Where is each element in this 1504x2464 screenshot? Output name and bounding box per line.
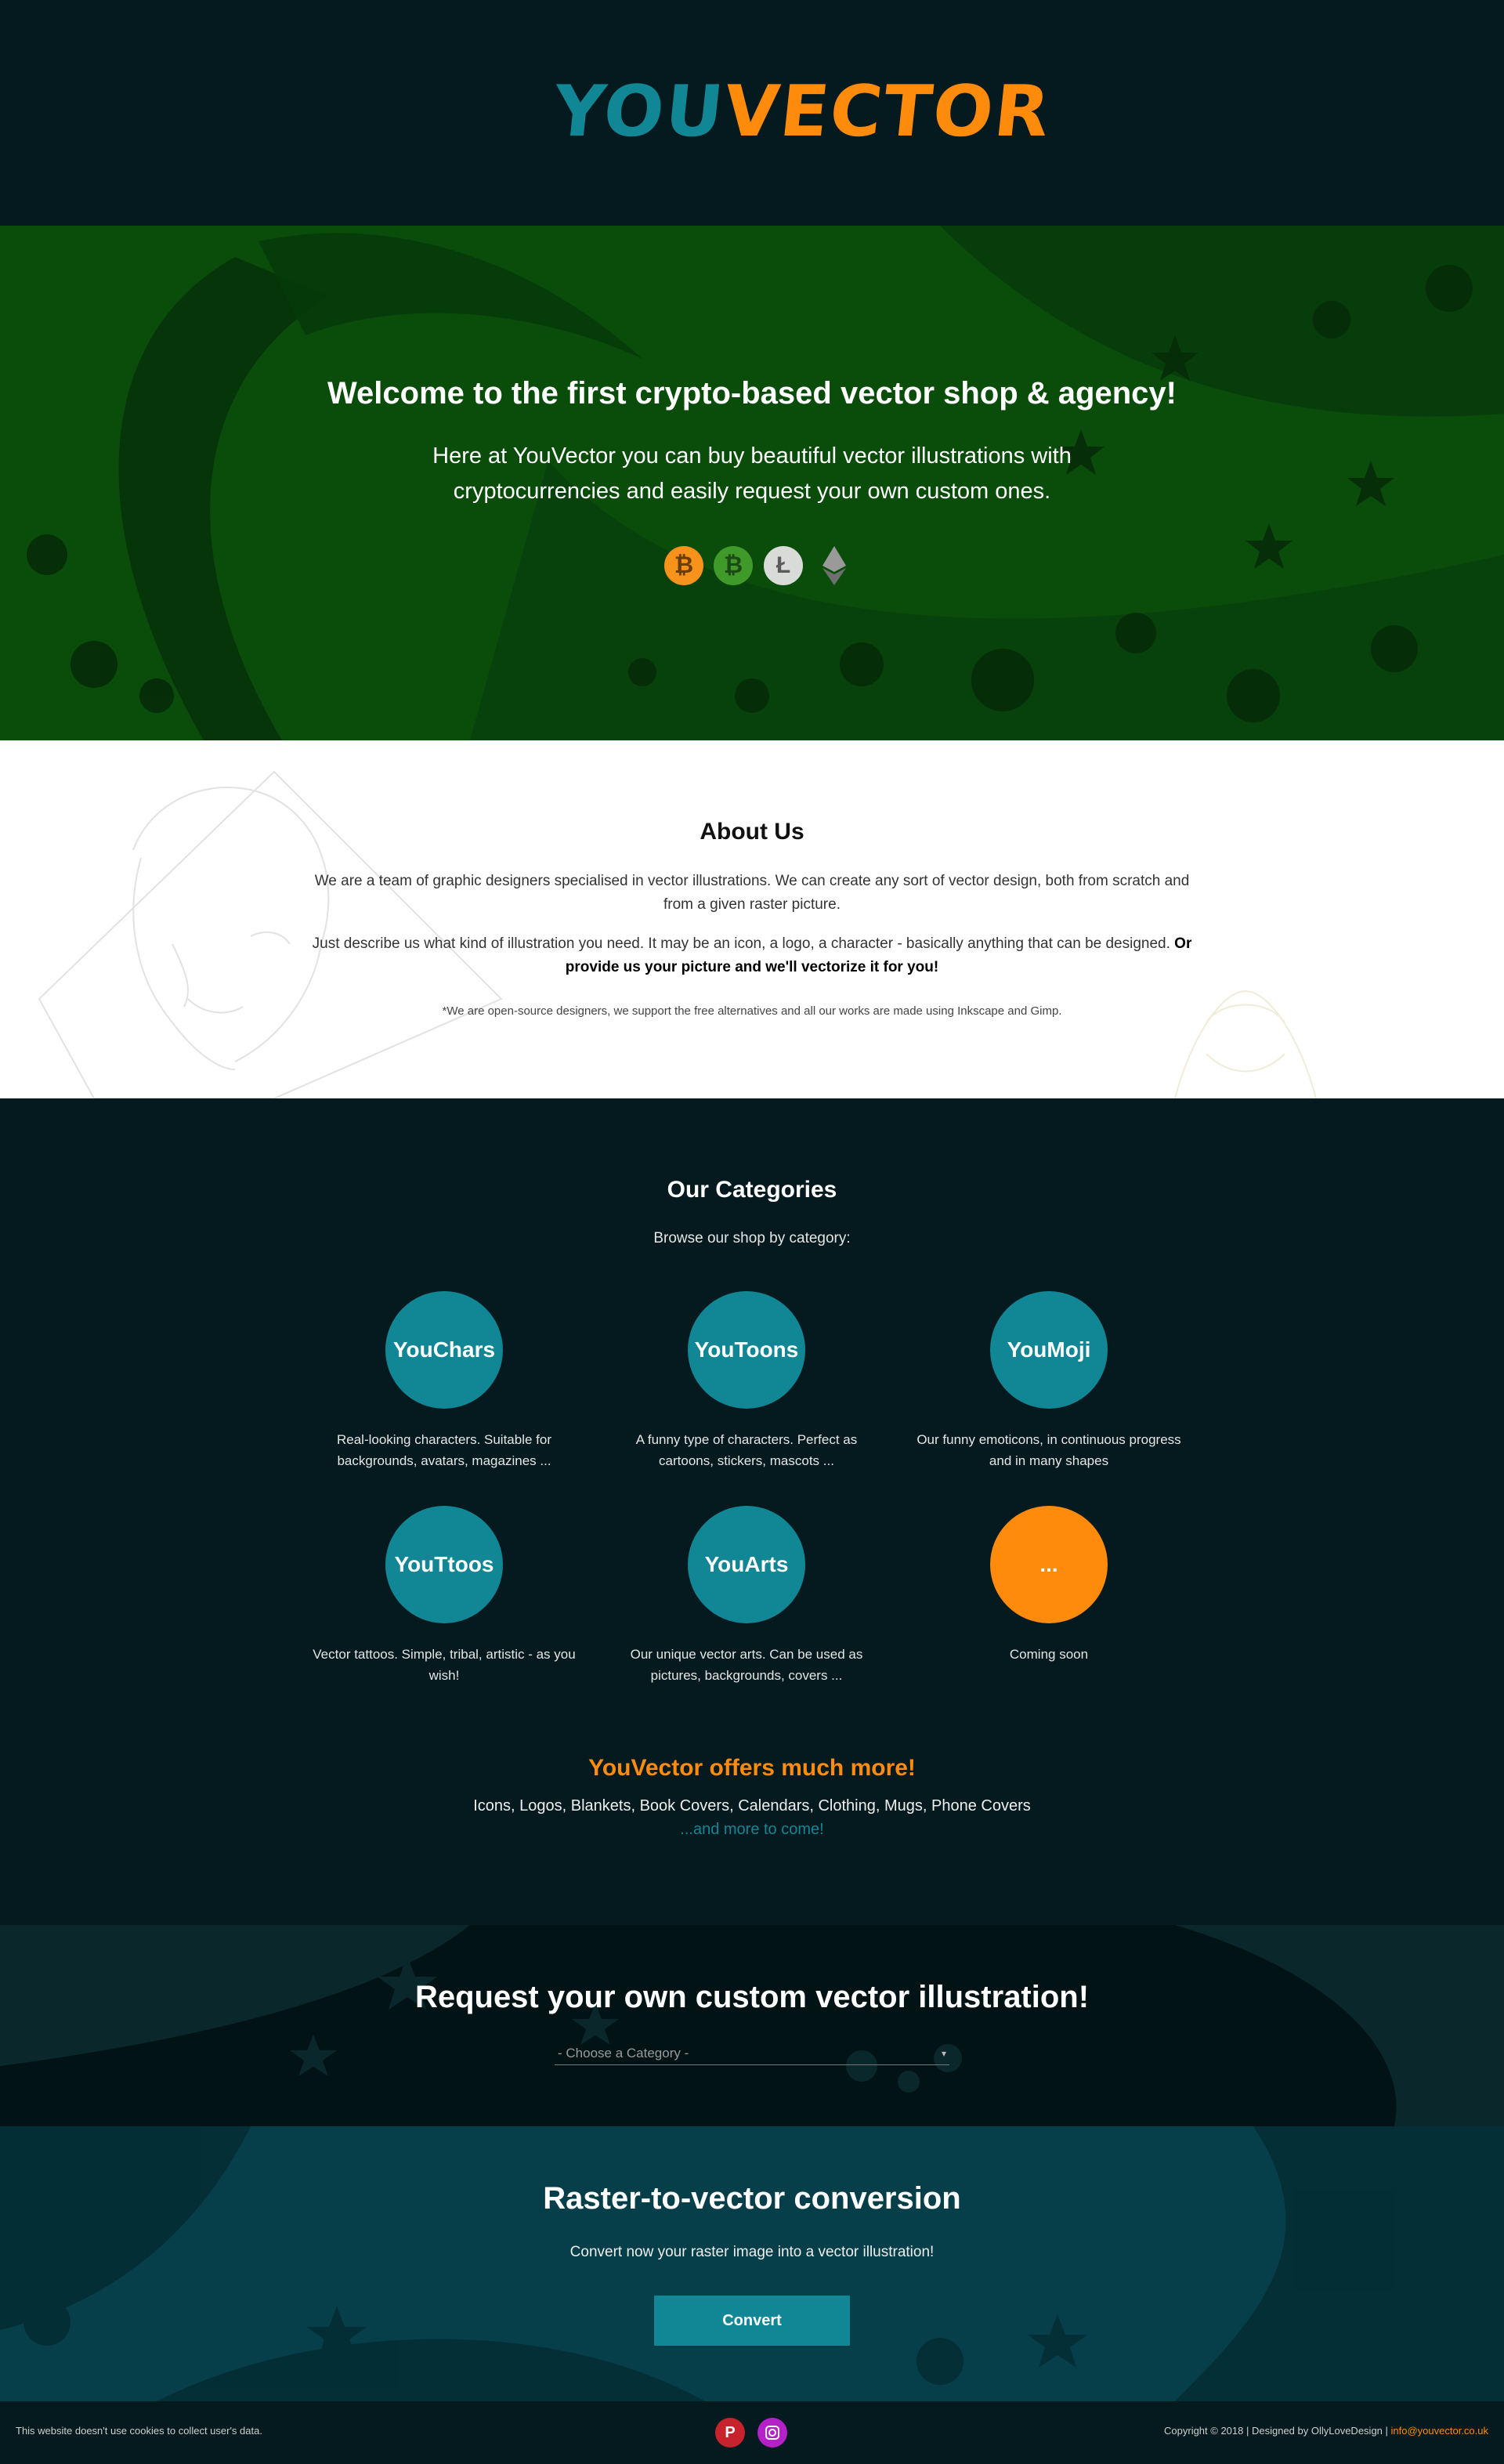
- categories-lead: Browse our shop by category:: [653, 1230, 851, 1246]
- category-description: Vector tattoos. Simple, tribal, artistic…: [313, 1647, 576, 1683]
- more-link[interactable]: ...and more to come!: [0, 1821, 1504, 1839]
- email-link[interactable]: info@youvector.co.uk: [1391, 2425, 1488, 2437]
- about-title: About Us: [700, 819, 804, 845]
- about-note: *We are open-source designers, we suppor…: [442, 1004, 1062, 1018]
- site-header: YOUVECTOR: [0, 0, 1504, 226]
- about-paragraph-1: We are a team of graphic designers speci…: [314, 873, 1190, 913]
- about-section: About Us We are a team of graphic design…: [0, 740, 1504, 1098]
- bitcoin-icon: ₿: [664, 546, 703, 585]
- about-paragraph-2-text: Just describe us what kind of illustrati…: [312, 935, 1170, 952]
- categories-section: Our Categories Browse our shop by catego…: [0, 1098, 1504, 1925]
- bitcoin-cash-icon: ₿: [714, 546, 753, 585]
- categories-title: Our Categories: [667, 1177, 837, 1203]
- category-youtoons[interactable]: YouToons A funny type of characters. Per…: [613, 1291, 880, 1471]
- category-circle[interactable]: YouTtoos: [385, 1506, 503, 1623]
- social-links: P: [715, 2418, 789, 2449]
- instagram-icon[interactable]: [757, 2418, 787, 2448]
- site-footer: This website doesn't use cookies to coll…: [0, 2401, 1504, 2464]
- request-section: Request your own custom vector illustrat…: [0, 1925, 1504, 2126]
- request-background-pattern: [0, 1925, 1504, 2126]
- site-logo[interactable]: YOUVECTOR: [550, 71, 1055, 153]
- category-circle[interactable]: YouMoji: [990, 1291, 1108, 1409]
- crypto-coins: ₿ ₿ Ł: [664, 546, 846, 585]
- category-youarts[interactable]: YouArts Our unique vector arts. Can be u…: [613, 1506, 880, 1686]
- copyright-text: Copyright © 2018 | Designed by OllyLoveD…: [1164, 2425, 1388, 2437]
- more-list: Icons, Logos, Blankets, Book Covers, Cal…: [473, 1797, 1031, 1815]
- category-description: Our unique vector arts. Can be used as p…: [630, 1647, 863, 1683]
- category-youchars[interactable]: YouChars Real-looking characters. Suitab…: [311, 1291, 577, 1471]
- category-select[interactable]: - Choose a Category - ▾: [555, 2042, 949, 2065]
- chevron-down-icon: ▾: [941, 2048, 946, 2059]
- litecoin-icon: Ł: [764, 546, 803, 585]
- hero-title: Welcome to the first crypto-based vector…: [327, 376, 1177, 411]
- category-select-value: - Choose a Category -: [558, 2046, 689, 2061]
- convert-background-pattern: [0, 2126, 1504, 2401]
- ethereum-icon: [813, 546, 852, 585]
- more-title: YouVector offers much more!: [588, 1755, 916, 1781]
- pinterest-icon[interactable]: P: [715, 2418, 745, 2448]
- category-circle[interactable]: YouArts: [688, 1506, 805, 1623]
- cookie-notice: This website doesn't use cookies to coll…: [16, 2425, 262, 2437]
- copyright: Copyright © 2018 | Designed by OllyLoveD…: [1164, 2425, 1488, 2437]
- category-youttoos[interactable]: YouTtoos Vector tattoos. Simple, tribal,…: [311, 1506, 577, 1686]
- hero-subtitle: Here at YouVector you can buy beautiful …: [432, 443, 1072, 504]
- category-circle[interactable]: YouToons: [688, 1291, 805, 1409]
- category-description: Our funny emoticons, in continuous progr…: [916, 1432, 1181, 1468]
- convert-lead: Convert now your raster image into a vec…: [569, 2244, 935, 2260]
- category-description: Coming soon: [1009, 1647, 1089, 1662]
- about-sketch-illustration: [38, 770, 1317, 1098]
- hero-section: Welcome to the first crypto-based vector…: [0, 226, 1504, 740]
- category-description: A funny type of characters. Perfect as c…: [635, 1432, 858, 1468]
- category-coming-soon: ... Coming soon: [916, 1506, 1182, 1665]
- category-youmoji[interactable]: YouMoji Our funny emoticons, in continuo…: [916, 1291, 1182, 1471]
- category-circle[interactable]: YouChars: [385, 1291, 503, 1409]
- about-paragraph-2: Just describe us what kind of illustrati…: [312, 932, 1192, 979]
- convert-section: Raster-to-vector conversion Convert now …: [0, 2126, 1504, 2401]
- logo-vector: VECTOR: [720, 71, 1055, 153]
- category-circle: ...: [990, 1506, 1108, 1623]
- convert-button[interactable]: Convert: [654, 2296, 850, 2346]
- request-title: Request your own custom vector illustrat…: [414, 1980, 1090, 2014]
- category-description: Real-looking characters. Suitable for ba…: [336, 1432, 552, 1468]
- logo-you: YOU: [549, 71, 729, 153]
- convert-title: Raster-to-vector conversion: [543, 2181, 961, 2216]
